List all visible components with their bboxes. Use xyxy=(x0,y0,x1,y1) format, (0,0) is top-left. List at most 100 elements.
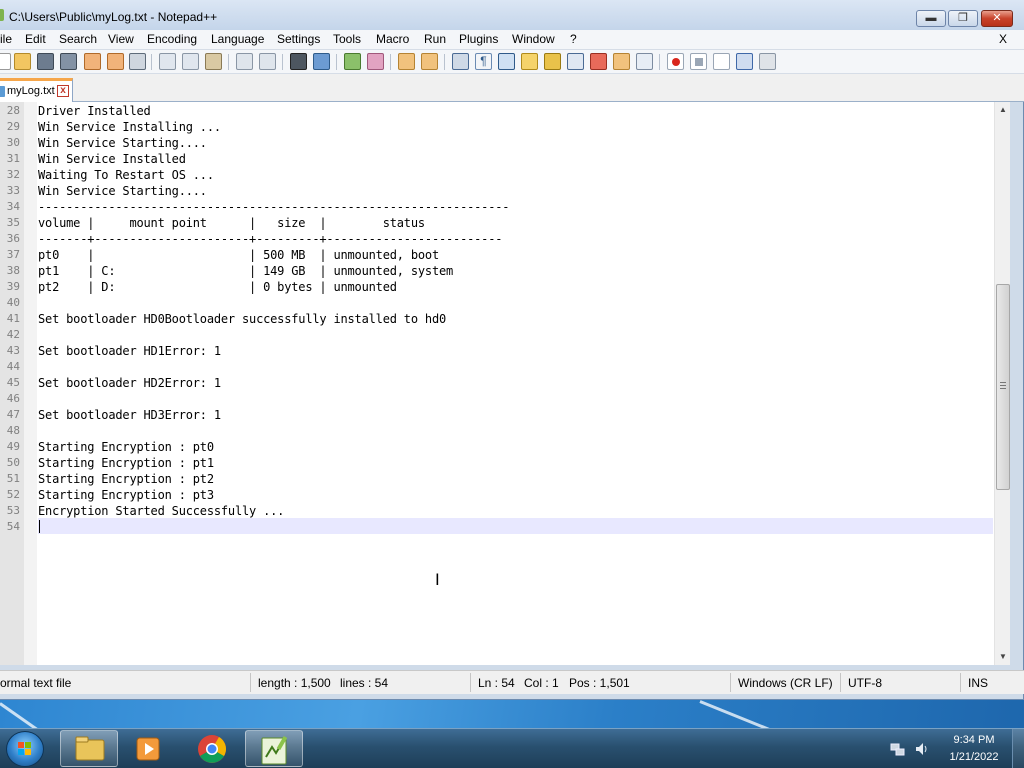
sync-v-icon[interactable] xyxy=(398,53,415,70)
editor-line[interactable]: Starting Encryption : pt1 xyxy=(38,455,214,471)
editor-line[interactable]: Driver Installed xyxy=(38,103,151,119)
line-number: 54 xyxy=(6,520,20,533)
menu-language[interactable]: Language xyxy=(211,32,264,46)
ibeam-mouse-cursor: Ι xyxy=(435,570,440,589)
doc-map-icon[interactable] xyxy=(544,53,561,70)
editor-line[interactable]: Set bootloader HD1Error: 1 xyxy=(38,343,221,359)
editor-line[interactable]: Win Service Starting.... xyxy=(38,135,207,151)
close-document-button[interactable]: X xyxy=(999,32,1007,46)
minimize-button[interactable]: ▬ xyxy=(916,10,946,27)
editor-line[interactable]: Set bootloader HD3Error: 1 xyxy=(38,407,221,423)
clock-date[interactable]: 1/21/2022 xyxy=(944,751,1004,763)
tab-mylog[interactable]: myLog.txt x xyxy=(0,78,73,102)
windows-logo-icon xyxy=(18,742,31,755)
editor-line[interactable]: Win Service Installing ... xyxy=(38,119,221,135)
close-icon[interactable] xyxy=(84,53,101,70)
maximize-button[interactable]: ❐ xyxy=(948,10,978,27)
clock-time[interactable]: 9:34 PM xyxy=(944,734,1004,746)
menu-settings[interactable]: Settings xyxy=(277,32,320,46)
status-separator xyxy=(730,673,731,692)
sync-h-icon[interactable] xyxy=(421,53,438,70)
record-macro-icon[interactable] xyxy=(667,53,684,70)
close-button[interactable]: ✕ xyxy=(981,10,1013,27)
menu-help[interactable]: ? xyxy=(570,32,577,46)
menu-encoding[interactable]: Encoding xyxy=(147,32,197,46)
taskbar-explorer[interactable] xyxy=(60,730,118,767)
line-number: 31 xyxy=(6,152,20,165)
editor-line[interactable]: volume | mount point | size | status xyxy=(38,215,425,231)
editor-line[interactable]: Encryption Started Successfully ... xyxy=(38,503,284,519)
menu-tools[interactable]: Tools xyxy=(333,32,361,46)
taskbar-chrome[interactable] xyxy=(183,730,241,767)
taskbar-notepadpp[interactable] xyxy=(245,730,303,767)
editor-line[interactable]: Starting Encryption : pt0 xyxy=(38,439,214,455)
indent-guide-icon[interactable] xyxy=(498,53,515,70)
taskbar-media-player[interactable] xyxy=(120,730,178,767)
text-editor[interactable]: 28 29 30 31 32 33 34 35 36 37 38 39 40 41 42 43 44 45 46 47… xyxy=(0,102,1010,665)
zoom-in-icon[interactable] xyxy=(344,53,361,70)
editor-line[interactable]: -------+----------------------+---------… xyxy=(38,231,502,247)
scroll-thumb[interactable] xyxy=(996,284,1010,490)
editor-line[interactable]: Waiting To Restart OS ... xyxy=(38,167,214,183)
editor-line[interactable]: Starting Encryption : pt2 xyxy=(38,471,214,487)
menu-search[interactable]: Search xyxy=(59,32,97,46)
line-number: 36 xyxy=(6,232,20,245)
run-macro-icon[interactable] xyxy=(736,53,753,70)
folder-workspace-icon[interactable] xyxy=(590,53,607,70)
status-separator xyxy=(960,673,961,692)
menu-run[interactable]: Run xyxy=(424,32,446,46)
redo-icon[interactable] xyxy=(259,53,276,70)
eye-icon[interactable] xyxy=(636,53,653,70)
menu-view[interactable]: View xyxy=(108,32,134,46)
network-icon[interactable] xyxy=(890,741,906,757)
toolbar-separator xyxy=(228,54,229,70)
menu-file[interactable]: ile xyxy=(0,32,12,46)
zoom-out-icon[interactable] xyxy=(367,53,384,70)
copy-icon[interactable] xyxy=(182,53,199,70)
tab-label: myLog.txt xyxy=(7,85,55,97)
file-icon xyxy=(0,86,5,97)
udl-icon[interactable] xyxy=(521,53,538,70)
undo-icon[interactable] xyxy=(236,53,253,70)
editor-line[interactable]: Win Service Starting.... xyxy=(38,183,207,199)
save-all-icon[interactable] xyxy=(60,53,77,70)
replace-icon[interactable] xyxy=(313,53,330,70)
start-button[interactable] xyxy=(6,731,44,767)
show-all-chars-icon[interactable]: ¶ xyxy=(475,53,492,70)
show-desktop-button[interactable] xyxy=(1012,729,1024,768)
scroll-up-arrow-icon[interactable]: ▲ xyxy=(995,102,1011,118)
play-macro-icon[interactable] xyxy=(713,53,730,70)
save-macro-icon[interactable] xyxy=(759,53,776,70)
vertical-scrollbar[interactable]: ▲ ▼ xyxy=(994,102,1010,665)
paste-icon[interactable] xyxy=(205,53,222,70)
stop-macro-icon[interactable] xyxy=(690,53,707,70)
word-wrap-icon[interactable] xyxy=(452,53,469,70)
editor-line[interactable]: Starting Encryption : pt3 xyxy=(38,487,214,503)
editor-line[interactable]: pt1 | C: | 149 GB | unmounted, system xyxy=(38,263,453,279)
line-number: 42 xyxy=(6,328,20,341)
menu-macro[interactable]: Macro xyxy=(376,32,409,46)
editor-line[interactable]: pt0 | | 500 MB | unmounted, boot xyxy=(38,247,439,263)
line-number: 37 xyxy=(6,248,20,261)
monitor-icon[interactable] xyxy=(613,53,630,70)
find-icon[interactable] xyxy=(290,53,307,70)
open-file-icon[interactable] xyxy=(14,53,31,70)
menu-plugins[interactable]: Plugins xyxy=(459,32,498,46)
volume-icon[interactable] xyxy=(914,741,930,757)
function-list-icon[interactable] xyxy=(567,53,584,70)
new-file-icon[interactable] xyxy=(0,53,11,70)
editor-line[interactable]: ----------------------------------------… xyxy=(38,199,510,215)
editor-line[interactable]: pt2 | D: | 0 bytes | unmounted xyxy=(38,279,397,295)
title-bar[interactable]: C:\Users\Public\myLog.txt - Notepad++ ▬ … xyxy=(0,0,1024,30)
cut-icon[interactable] xyxy=(159,53,176,70)
editor-line[interactable]: Set bootloader HD2Error: 1 xyxy=(38,375,221,391)
editor-line[interactable]: Win Service Installed xyxy=(38,151,186,167)
menu-edit[interactable]: Edit xyxy=(25,32,46,46)
scroll-down-arrow-icon[interactable]: ▼ xyxy=(995,649,1011,665)
editor-line[interactable]: Set bootloader HD0Bootloader successfull… xyxy=(38,311,446,327)
tab-close-icon[interactable]: x xyxy=(57,85,69,97)
close-all-icon[interactable] xyxy=(107,53,124,70)
print-icon[interactable] xyxy=(129,53,146,70)
save-icon[interactable] xyxy=(37,53,54,70)
menu-window[interactable]: Window xyxy=(512,32,555,46)
